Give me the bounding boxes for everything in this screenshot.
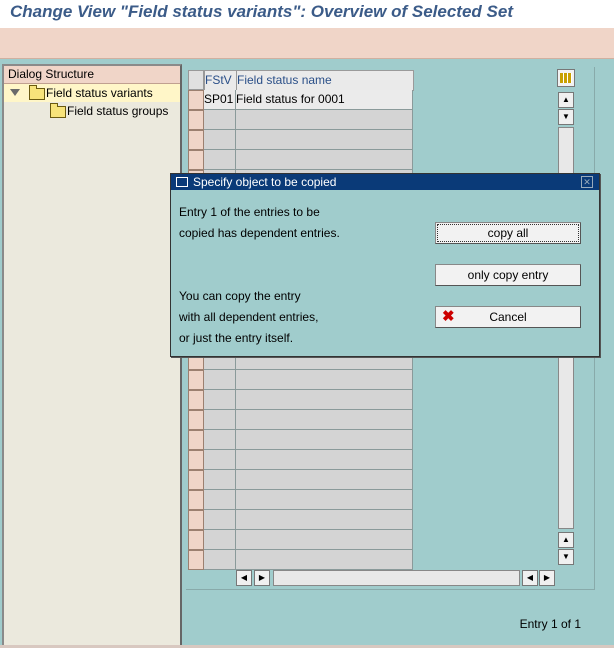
row-selector[interactable] [188,410,204,430]
dialog-info-line: with all dependent entries, [179,310,319,324]
scroll-down-icon[interactable]: ▼ [558,549,574,565]
cell-field-status-name[interactable] [236,530,413,550]
table-row[interactable] [186,510,414,530]
cell-field-status-name[interactable]: Field status for 0001 [236,90,413,110]
dialog-window-icon [176,177,188,187]
folder-icon [50,103,66,118]
row-selector[interactable] [188,110,204,130]
tree-node-field-status-groups[interactable]: Field status groups [4,102,180,120]
table-settings-icon[interactable] [557,69,575,87]
column-header-field-status-name[interactable]: Field status name [236,70,414,91]
scroll-left-icon[interactable]: ◀ [522,570,538,586]
cell-field-status-name[interactable] [236,130,413,150]
cell-fstv[interactable] [204,430,236,450]
cancel-button-label: Cancel [489,310,527,324]
table-row[interactable] [186,410,414,430]
table-row[interactable] [186,550,414,570]
cell-field-status-name[interactable] [236,550,413,570]
table-row[interactable] [186,390,414,410]
dialog-info-line: or just the entry itself. [179,331,294,345]
cell-field-status-name[interactable] [236,450,413,470]
cell-fstv[interactable] [204,450,236,470]
cell-field-status-name[interactable] [236,370,413,390]
cell-fstv[interactable] [204,150,236,170]
cell-fstv[interactable] [204,390,236,410]
dialog-title-bar: Specify object to be copied ✕ [171,174,599,190]
cell-fstv[interactable] [204,550,236,570]
scroll-up-icon[interactable]: ▲ [558,532,574,548]
horizontal-scrollbar[interactable]: ◀ ▶ ◀ ▶ [236,570,556,586]
table-row[interactable] [186,530,414,550]
row-selector[interactable] [188,450,204,470]
cell-fstv[interactable] [204,530,236,550]
application-toolbar [0,28,614,59]
dialog-structure-panel: Dialog Structure Field status variants F… [2,64,182,648]
cell-fstv[interactable] [204,110,236,130]
cell-field-status-name[interactable] [236,490,413,510]
cell-fstv[interactable] [204,470,236,490]
title-bar: Change View "Field status variants": Ove… [0,0,614,28]
page-title: Change View "Field status variants": Ove… [10,2,513,21]
cell-field-status-name[interactable] [236,110,413,130]
only-copy-entry-button[interactable]: only copy entry [435,264,581,286]
scroll-up-icon[interactable]: ▲ [558,92,574,108]
copy-all-button[interactable]: copy all [435,222,581,244]
tree-node-label: Field status groups [67,104,169,118]
cell-field-status-name[interactable] [236,470,413,490]
row-selector[interactable] [188,530,204,550]
row-selector[interactable] [188,390,204,410]
row-selector[interactable] [188,490,204,510]
table-row[interactable] [186,130,414,150]
dialog-message-line: copied has dependent entries. [179,226,340,240]
cell-field-status-name[interactable] [236,390,413,410]
table-header-row: FStV Field status name [186,70,414,91]
table-row[interactable] [186,490,414,510]
copy-dialog: Specify object to be copied ✕ Entry 1 of… [170,173,600,357]
cell-field-status-name[interactable] [236,150,413,170]
scroll-left-icon[interactable]: ◀ [236,570,252,586]
dialog-info-line: You can copy the entry [179,289,301,303]
row-selector[interactable] [188,550,204,570]
tree-node-field-status-variants[interactable]: Field status variants [4,84,180,102]
tree-node-label: Field status variants [46,86,153,100]
row-selector[interactable] [188,510,204,530]
entry-counter: Entry 1 of 1 [519,617,581,631]
close-icon[interactable]: ✕ [581,176,593,188]
table-row[interactable]: SP01 Field status for 0001 [186,90,414,110]
dialog-message-line: Entry 1 of the entries to be [179,205,320,219]
scroll-down-icon[interactable]: ▼ [558,109,574,125]
table-row[interactable] [186,430,414,450]
cell-fstv[interactable] [204,410,236,430]
table-row[interactable] [186,470,414,490]
row-selector[interactable] [188,130,204,150]
expand-triangle-icon[interactable] [10,89,20,96]
row-selector[interactable] [188,150,204,170]
row-selector[interactable] [188,430,204,450]
scroll-right-icon[interactable]: ▶ [539,570,555,586]
cell-fstv[interactable] [204,510,236,530]
select-all-button[interactable] [188,70,204,90]
cell-fstv[interactable]: SP01 [204,90,236,110]
cell-field-status-name[interactable] [236,510,413,530]
dialog-title: Specify object to be copied [193,175,337,189]
cell-fstv[interactable] [204,130,236,150]
table-row[interactable] [186,450,414,470]
row-selector[interactable] [188,470,204,490]
scroll-track[interactable] [273,570,520,586]
row-selector[interactable] [188,370,204,390]
open-folder-icon [29,85,45,100]
cell-fstv[interactable] [204,370,236,390]
scroll-right-icon[interactable]: ▶ [254,570,270,586]
column-header-fstv[interactable]: FStV [204,70,237,91]
cancel-x-icon: ✖ [442,308,455,325]
table-row[interactable] [186,110,414,130]
cell-field-status-name[interactable] [236,430,413,450]
cancel-button[interactable]: ✖ Cancel [435,306,581,328]
table-row[interactable] [186,370,414,390]
row-selector[interactable] [188,90,204,110]
cell-field-status-name[interactable] [236,410,413,430]
dialog-structure-header: Dialog Structure [4,66,180,84]
table-row[interactable] [186,150,414,170]
cell-fstv[interactable] [204,490,236,510]
